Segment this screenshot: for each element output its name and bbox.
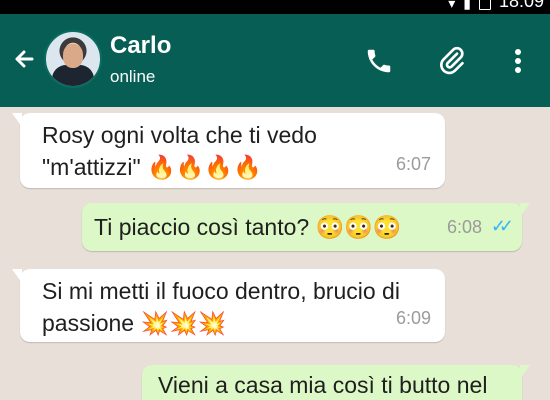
back-arrow-icon[interactable] (10, 44, 40, 74)
status-time: 18:09 (498, 0, 544, 11)
message-bubble-outgoing[interactable]: Ti piaccio così tanto? 😳😳😳 6:08 ✓✓ (82, 203, 530, 251)
signal-icon: ▮ (463, 0, 471, 11)
status-icons: ▾ ▮ 18:09 (448, 0, 544, 10)
message-bubble-incoming[interactable]: Si mi metti il fuoco dentro, brucio di p… (12, 269, 445, 342)
chat-header: Carlo online (0, 14, 550, 107)
more-vert-icon[interactable] (501, 44, 535, 78)
contact-status: online (110, 67, 156, 86)
wifi-icon: ▾ (448, 0, 456, 11)
message-text: Vieni a casa mia così ti butto nel (158, 372, 488, 398)
bubble-tail (520, 203, 530, 217)
avatar[interactable] (44, 30, 102, 88)
message-time: 6:07 (395, 154, 431, 174)
avatar-face (63, 44, 83, 68)
status-bar: ▾ ▮ 18:09 (0, 0, 550, 14)
bubble-tail (12, 269, 22, 283)
paperclip-icon-svg (440, 46, 464, 75)
message-time: 6:09 (395, 308, 431, 328)
message-time: 6:08 (446, 217, 482, 237)
chat-area[interactable]: Rosy ogni volta che ti vedo "m'attizzi" … (0, 107, 550, 400)
read-receipt-icon: ✓✓ (490, 216, 514, 236)
message-bubble-incoming[interactable]: Rosy ogni volta che ti vedo "m'attizzi" … (12, 113, 445, 188)
message-bubble-outgoing[interactable]: Vieni a casa mia così ti butto nel (142, 365, 530, 400)
avatar-shoulders (52, 65, 94, 86)
battery-icon (478, 0, 491, 10)
contact-name[interactable]: Carlo (110, 32, 171, 60)
paperclip-icon[interactable] (434, 44, 468, 78)
more-vert-icon-svg (515, 49, 521, 73)
message-text: Rosy ogni volta che ti vedo "m'attizzi" … (42, 122, 317, 180)
bubble-tail (520, 365, 530, 379)
back-arrow-icon-svg (15, 50, 34, 68)
phone-icon-svg (367, 49, 391, 73)
phone-icon[interactable] (362, 44, 396, 78)
message-text: Si mi metti il fuoco dentro, brucio di p… (42, 278, 400, 336)
bubble-tail (12, 113, 22, 127)
